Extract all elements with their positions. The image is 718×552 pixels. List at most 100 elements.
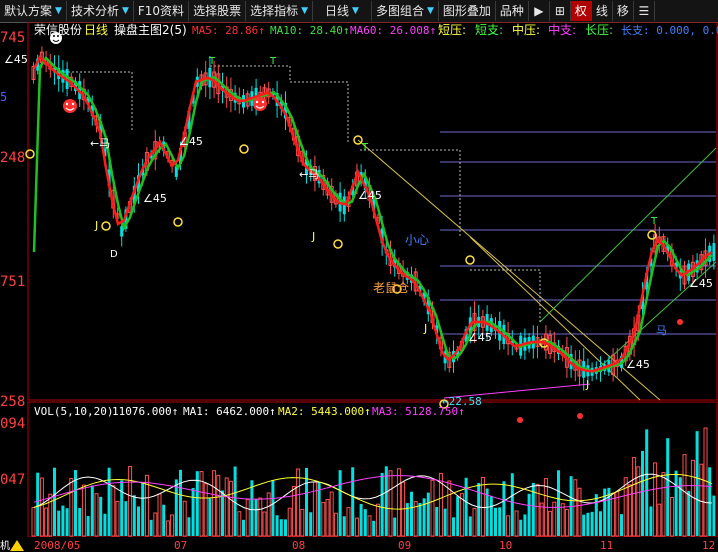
volume-bar	[242, 519, 245, 536]
toolbar-move-button[interactable]: 移	[613, 1, 634, 21]
volume-bar	[237, 511, 242, 537]
volume-bar	[120, 480, 124, 536]
volume-bar	[354, 517, 359, 537]
annotation-j: J	[423, 322, 427, 335]
trend-line	[539, 147, 717, 323]
volume-axis-label: 094	[0, 416, 25, 432]
volume-bar	[221, 490, 224, 536]
volume-bar	[464, 477, 468, 536]
volume-ma2: MA2: 5443.000↑	[278, 405, 371, 418]
play-icon[interactable]: ▶	[529, 1, 550, 21]
volume-bar	[351, 467, 355, 536]
volume-bar	[342, 516, 346, 536]
volume-bar	[187, 517, 191, 536]
volume-bar	[57, 510, 61, 536]
annotation-t: T	[208, 56, 216, 67]
volume-bar	[103, 513, 107, 536]
menu-icon[interactable]: ☰	[634, 1, 655, 21]
stock-chart[interactable]: 荣信股份 日线 操盘主图2(5) MA5: 28.86↑ MA10: 28.40…	[0, 22, 718, 552]
signal-marker	[517, 417, 523, 423]
volume-bar	[695, 431, 699, 536]
volume-bar	[53, 467, 56, 536]
toolbar-line-button[interactable]: 线	[592, 1, 613, 21]
volume-bar	[426, 492, 430, 536]
date-axis-label: 2008/05	[34, 539, 80, 552]
date-axis-label: 09	[398, 539, 411, 552]
toolbar-variety[interactable]: 品种	[496, 1, 529, 21]
volume-bar	[275, 515, 279, 536]
signal-marker	[465, 255, 475, 265]
annotation-j: J	[94, 219, 98, 232]
annotation-j: J	[585, 378, 589, 391]
toolbar-technical-analysis[interactable]: 技术分析 ▼	[67, 1, 134, 21]
volume-bar	[329, 491, 334, 537]
volume-bar	[39, 477, 44, 537]
volume-bar	[494, 507, 497, 536]
volume-bar	[560, 503, 565, 537]
long-support-label: 长支: 0.000, 0.00	[621, 24, 718, 37]
volume-bar	[165, 520, 170, 537]
annotation-horse: 马	[656, 324, 667, 337]
volume-bar	[224, 477, 229, 537]
volume-ma1: MA1: 6462.000↑	[183, 405, 276, 418]
volume-bar	[228, 480, 233, 537]
price-axis-label: 248	[0, 150, 25, 166]
volume-bar	[149, 519, 153, 536]
annotation-d: D	[110, 249, 118, 260]
volume-bar	[86, 516, 90, 536]
volume-bar	[388, 470, 393, 537]
annotation-45: ∠45	[143, 192, 167, 205]
volume-bar	[153, 512, 158, 537]
toolbar-multi-chart[interactable]: 多图组合 ▼	[372, 1, 439, 21]
ma5-label: MA5: 28.86↑	[192, 24, 265, 37]
toolbar-overlay[interactable]: 图形叠加	[439, 1, 496, 21]
period-label: 日线	[84, 23, 108, 37]
volume-bar	[573, 479, 578, 537]
volume-bar	[128, 466, 133, 537]
signal-marker	[239, 144, 249, 154]
grid-icon[interactable]: ⊞	[550, 1, 571, 21]
volume-bar	[632, 457, 637, 537]
annotation-horse: ←马	[90, 137, 110, 150]
volume-bar	[124, 501, 128, 536]
volume-bar	[300, 508, 305, 537]
toolbar-daily[interactable]: 日线 ▼	[313, 1, 372, 21]
volume-bar	[279, 519, 283, 536]
volume-bar	[443, 508, 447, 536]
volume-bar	[477, 483, 481, 536]
toolbar-f10[interactable]: F10资料	[134, 1, 190, 21]
toolbar-rights-button[interactable]: 权	[570, 1, 592, 21]
volume-bar	[233, 466, 237, 536]
toolbar-default-scheme[interactable]: 默认方案 ▼	[0, 1, 67, 21]
volume-bar	[599, 511, 602, 536]
date-axis-label: 10	[499, 539, 512, 552]
annotation-45: ∠45	[626, 358, 650, 371]
top-toolbar: 默认方案 ▼ 技术分析 ▼ F10资料 选择股票 选择指标 ▼ 日线 ▼ 多图组合 ▼ 图…	[0, 0, 718, 23]
signal-marker	[677, 319, 683, 325]
volume-bar	[708, 467, 712, 536]
volume-bar	[641, 451, 644, 536]
volume-bar	[645, 429, 649, 536]
volume-bar	[531, 482, 535, 536]
volume-bar	[519, 519, 523, 536]
volume-bar	[367, 515, 372, 537]
volume-bar	[557, 470, 560, 536]
volume-bar	[649, 506, 653, 536]
volume-bar	[506, 515, 511, 537]
toolbar-select-indicator[interactable]: 选择指标 ▼	[246, 1, 314, 21]
volume-bar	[472, 507, 477, 537]
volume-bar	[216, 474, 221, 537]
volume-bar	[430, 479, 435, 537]
volume-bar	[31, 507, 36, 537]
volume-bar	[498, 507, 502, 536]
toolbar-select-stock[interactable]: 选择股票	[189, 1, 247, 21]
ma60-label: MA60: 26.008↑	[350, 24, 436, 37]
volume-ma3: MA3: 5128.750↑	[372, 405, 465, 418]
volume-bar	[203, 483, 208, 537]
volume-bar	[99, 496, 103, 536]
volume-bar	[435, 506, 439, 536]
volume-bar	[623, 477, 628, 537]
short-support-label: 短支:	[475, 23, 503, 37]
dropdown-arrow-icon: ▼	[426, 6, 434, 16]
volume-bar	[523, 514, 527, 536]
